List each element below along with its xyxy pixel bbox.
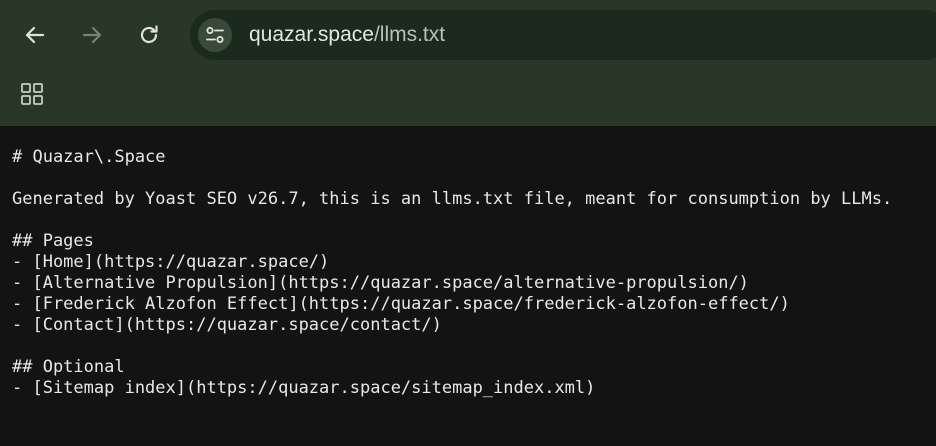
site-info-button[interactable] [198, 18, 232, 52]
tune-icon [206, 27, 224, 43]
list-item: - [Alternative Propulsion](https://quaza… [12, 273, 749, 293]
list-item: - [Sitemap index](https://quazar.space/s… [12, 378, 596, 398]
url-path: /llms.txt [373, 23, 446, 46]
apps-grid-icon [21, 83, 43, 105]
page-content: # Quazar\.Space Generated by Yoast SEO v… [0, 126, 936, 446]
arrow-left-icon [25, 26, 45, 44]
section-heading-pages: ## Pages [12, 231, 94, 251]
list-item: - [Contact](https://quazar.space/contact… [12, 315, 442, 335]
apps-button[interactable] [16, 78, 48, 110]
heading-line: # Quazar\.Space [12, 147, 166, 167]
section-heading-optional: ## Optional [12, 357, 125, 377]
list-item: - [Frederick Alzofon Effect](https://qua… [12, 294, 790, 314]
browser-toolbar: quazar.space/llms.txt [0, 0, 936, 126]
arrow-right-icon [82, 26, 102, 44]
reload-icon [140, 25, 158, 44]
address-bar[interactable]: quazar.space/llms.txt [190, 10, 936, 60]
url-domain: quazar.space [249, 23, 374, 46]
back-button[interactable] [17, 17, 53, 53]
url-text[interactable]: quazar.space/llms.txt [249, 10, 445, 60]
reload-button[interactable] [131, 17, 167, 53]
forward-button[interactable] [74, 17, 110, 53]
description-line: Generated by Yoast SEO v26.7, this is an… [12, 189, 893, 209]
list-item: - [Home](https://quazar.space/) [12, 252, 330, 272]
